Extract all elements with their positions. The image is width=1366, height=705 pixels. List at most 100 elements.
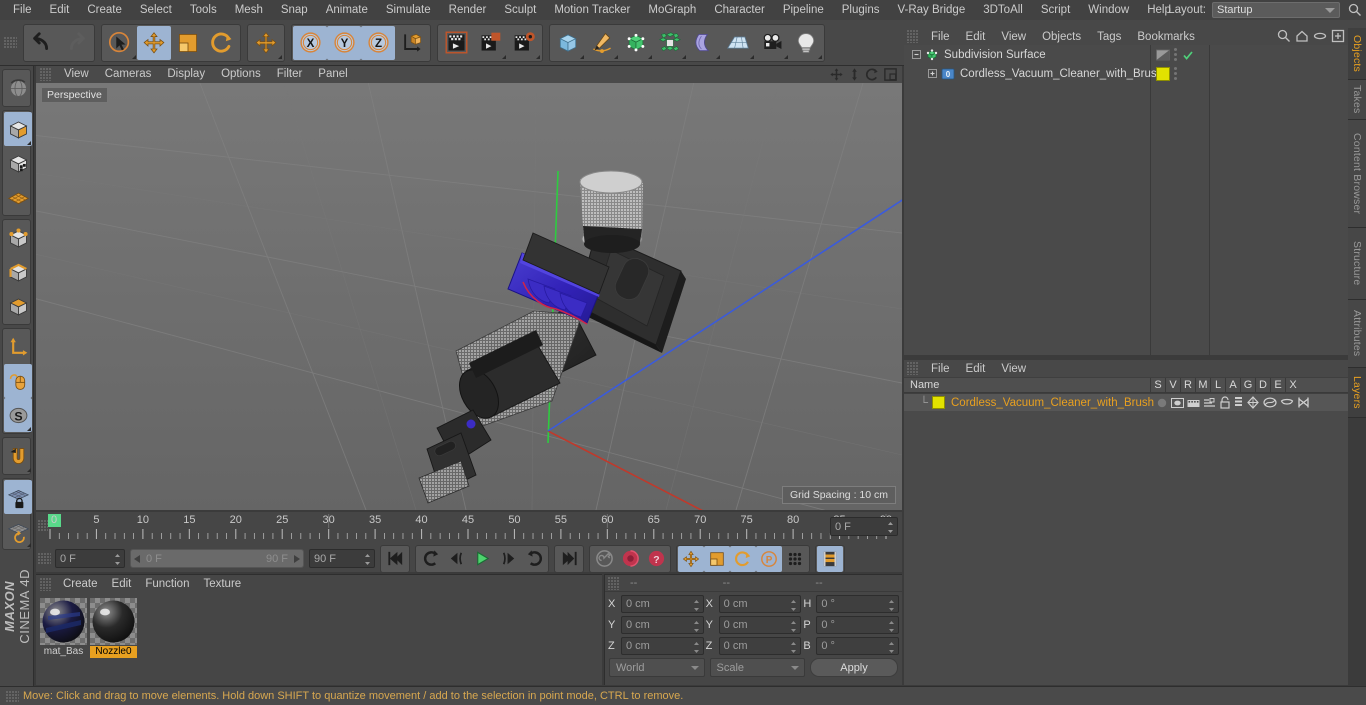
- timeline-controls-grip[interactable]: [38, 553, 51, 564]
- spline-pen-button[interactable]: [585, 26, 619, 60]
- menu-item-animate[interactable]: Animate: [317, 0, 377, 20]
- layer-list-body[interactable]: [904, 411, 1348, 685]
- move-axis-button[interactable]: [249, 26, 283, 60]
- object-manager-grip[interactable]: [907, 30, 918, 43]
- manager-icon[interactable]: [1203, 397, 1216, 409]
- move-camera-icon[interactable]: [829, 67, 844, 82]
- material-item[interactable]: mat_Bas: [40, 598, 87, 658]
- tree-collapse-icon[interactable]: [912, 50, 921, 59]
- menu-item-plugins[interactable]: Plugins: [833, 0, 889, 20]
- layer-column-e[interactable]: E: [1270, 377, 1285, 393]
- solo-icon[interactable]: [1156, 397, 1168, 409]
- object-axis-button[interactable]: [4, 330, 32, 364]
- frame-forward-button[interactable]: [495, 546, 521, 572]
- menu-item-simulate[interactable]: Simulate: [377, 0, 440, 20]
- animation-icon[interactable]: [1234, 396, 1243, 409]
- render-icon[interactable]: [1187, 397, 1200, 409]
- make-editable-button[interactable]: [4, 112, 32, 146]
- x-axis-lock-button[interactable]: X: [293, 25, 327, 60]
- rotate-tool-button[interactable]: [205, 26, 239, 60]
- size-mode-select[interactable]: Scale: [709, 658, 805, 677]
- loop-forward-button[interactable]: [521, 546, 547, 572]
- layer-column-g[interactable]: G: [1240, 377, 1255, 393]
- tag-dots-icon[interactable]: [1174, 67, 1178, 80]
- visible-icon[interactable]: [1171, 397, 1184, 409]
- spinner-icon[interactable]: [114, 553, 121, 566]
- spinner-icon[interactable]: [693, 641, 700, 654]
- layer-column-x[interactable]: X: [1285, 377, 1300, 393]
- maximize-view-icon[interactable]: [883, 67, 898, 82]
- layer-column-l[interactable]: L: [1210, 377, 1225, 393]
- menu-item-edit[interactable]: Edit: [41, 0, 79, 20]
- new-tab-icon[interactable]: [1331, 29, 1345, 43]
- material-preview[interactable]: [40, 598, 87, 645]
- menu-item-pipeline[interactable]: Pipeline: [774, 0, 833, 20]
- object-row-subdivision-surface[interactable]: Subdivision Surface: [904, 45, 1348, 64]
- material-menu-function[interactable]: Function: [138, 578, 196, 590]
- live-selection-button[interactable]: [103, 26, 137, 60]
- pos-z-field[interactable]: 0 cm: [621, 636, 704, 655]
- material-grip[interactable]: [40, 577, 51, 591]
- expression-icon[interactable]: [1280, 396, 1294, 409]
- rotate-camera-icon[interactable]: [865, 67, 880, 82]
- viewport-solo-button[interactable]: [4, 364, 32, 398]
- material-menu-create[interactable]: Create: [56, 578, 105, 590]
- layer-column-r[interactable]: R: [1180, 377, 1195, 393]
- tag-dots-icon[interactable]: [1174, 48, 1178, 61]
- viewport-menu-view[interactable]: View: [56, 66, 97, 83]
- layer-row[interactable]: └ Cordless_Vacuum_Cleaner_with_Brush: [904, 394, 1348, 411]
- vtab-takes[interactable]: Takes: [1348, 80, 1366, 120]
- enable-axis-grid-button[interactable]: [4, 180, 32, 214]
- spinner-icon[interactable]: [790, 641, 797, 654]
- layer-column-a[interactable]: A: [1225, 377, 1240, 393]
- tree-expand-icon[interactable]: [928, 69, 937, 78]
- spinner-icon[interactable]: [693, 620, 700, 633]
- pos-x-field[interactable]: 0 cm: [621, 594, 704, 613]
- spinner-icon[interactable]: [888, 599, 895, 612]
- autokey-button[interactable]: [591, 546, 617, 572]
- object-manager-menu-objects[interactable]: Objects: [1034, 31, 1089, 43]
- spinner-icon[interactable]: [887, 521, 894, 534]
- layer-manager-menu-edit[interactable]: Edit: [958, 363, 994, 375]
- key-point-level-button[interactable]: [782, 546, 808, 572]
- apply-button[interactable]: Apply: [810, 658, 898, 677]
- spinner-icon[interactable]: [364, 553, 371, 566]
- subdivision-generator-button[interactable]: [619, 26, 653, 60]
- viewport-menu-filter[interactable]: Filter: [269, 66, 311, 83]
- layer-column-m[interactable]: M: [1195, 377, 1210, 393]
- menu-item-snap[interactable]: Snap: [272, 0, 317, 20]
- object-manager-menu-view[interactable]: View: [993, 31, 1034, 43]
- object-manager-menu-tags[interactable]: Tags: [1089, 31, 1129, 43]
- material-preview[interactable]: [90, 598, 137, 645]
- object-manager-menu-edit[interactable]: Edit: [958, 31, 994, 43]
- key-scale-button[interactable]: [704, 545, 730, 572]
- checkerboard-tag-icon[interactable]: [1156, 48, 1170, 62]
- record-question-button[interactable]: ?: [643, 546, 669, 572]
- undo-view-globe-button[interactable]: [4, 71, 32, 105]
- menu-item-window[interactable]: Window: [1079, 0, 1138, 20]
- menu-item-v-ray-bridge[interactable]: V-Ray Bridge: [888, 0, 974, 20]
- z-axis-lock-button[interactable]: Z: [361, 25, 395, 60]
- vtab-attributes[interactable]: Attributes: [1348, 300, 1366, 368]
- lock-icon[interactable]: [1219, 396, 1231, 409]
- light-button[interactable]: [789, 26, 823, 60]
- points-mode-button[interactable]: [4, 221, 32, 255]
- object-tree[interactable]: Subdivision Surface 0 Cordless_Vacuum_Cl…: [904, 45, 1348, 355]
- menu-item-script[interactable]: Script: [1032, 0, 1079, 20]
- object-manager-menu-file[interactable]: File: [923, 31, 958, 43]
- s-selection-button[interactable]: S: [4, 398, 32, 432]
- primitive-cube-button[interactable]: [551, 26, 585, 60]
- preview-frame-field[interactable]: 0 F: [830, 517, 898, 536]
- vtab-content-browser[interactable]: Content Browser: [1348, 120, 1366, 228]
- current-frame-field[interactable]: 0 F: [55, 549, 125, 568]
- layer-column-d[interactable]: D: [1255, 377, 1270, 393]
- undo-button[interactable]: [25, 26, 59, 60]
- object-manager-menu-bookmarks[interactable]: Bookmarks: [1129, 31, 1203, 43]
- menu-item-mesh[interactable]: Mesh: [226, 0, 272, 20]
- search-icon[interactable]: [1277, 29, 1291, 43]
- home-icon[interactable]: [1295, 29, 1309, 43]
- rot-h-field[interactable]: 0 °: [816, 594, 900, 613]
- spinner-icon[interactable]: [693, 599, 700, 612]
- play-button[interactable]: [469, 546, 495, 572]
- polygons-mode-button[interactable]: [4, 289, 32, 323]
